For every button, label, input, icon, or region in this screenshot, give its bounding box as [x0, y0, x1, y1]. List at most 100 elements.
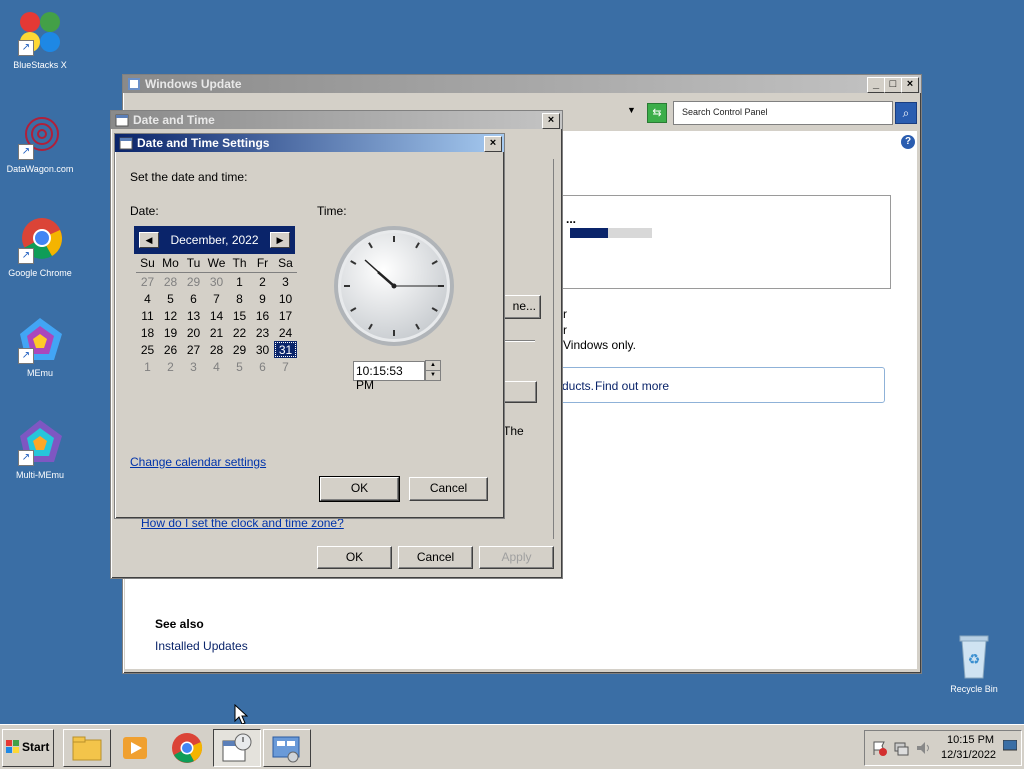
- clock-time[interactable]: 10:15 PM: [947, 734, 994, 746]
- progress-bar: [570, 228, 652, 238]
- weekday-label: Mo: [159, 256, 182, 273]
- calendar-day[interactable]: 9: [251, 290, 274, 307]
- calendar-day[interactable]: 4: [136, 290, 159, 307]
- calendar-day[interactable]: 26: [159, 341, 182, 358]
- calendar-day[interactable]: 28: [159, 273, 182, 291]
- search-placeholder: Search Control Panel: [682, 107, 768, 117]
- prev-month-button[interactable]: ◀: [139, 232, 159, 248]
- taskbar-explorer[interactable]: [63, 729, 111, 767]
- calendar-day-selected[interactable]: 31: [274, 341, 297, 358]
- taskbar-date-time[interactable]: [213, 729, 261, 767]
- date-time-titlebar[interactable]: Date and Time ×: [111, 111, 562, 129]
- calendar-day[interactable]: 13: [182, 307, 205, 324]
- desktop-icon-chrome[interactable]: ↗ Google Chrome: [2, 216, 78, 278]
- calendar-day[interactable]: 5: [228, 358, 251, 375]
- calendar-day[interactable]: 27: [136, 273, 159, 291]
- analog-clock: [332, 224, 456, 348]
- installed-updates-link[interactable]: Installed Updates: [155, 639, 248, 653]
- calendar-day[interactable]: 29: [228, 341, 251, 358]
- settings-cancel-button[interactable]: Cancel: [409, 477, 488, 501]
- clock-date[interactable]: 12/31/2022: [941, 749, 996, 761]
- calendar-day[interactable]: 19: [159, 324, 182, 341]
- action-center-flag-icon[interactable]: [871, 740, 887, 759]
- calendar-day[interactable]: 7: [274, 358, 297, 375]
- maximize-button[interactable]: □: [884, 77, 902, 93]
- taskbar-control-panel[interactable]: [263, 729, 311, 767]
- windows-update-titlebar[interactable]: Windows Update _ □ ×: [123, 75, 921, 93]
- settings-ok-button[interactable]: OK: [319, 476, 400, 502]
- volume-icon[interactable]: [915, 740, 931, 759]
- calendar-day[interactable]: 20: [182, 324, 205, 341]
- desktop-icon-bluestacks[interactable]: ↗ BlueStacks X: [2, 8, 78, 70]
- memu-icon: ↗: [16, 316, 64, 364]
- calendar-day[interactable]: 25: [136, 341, 159, 358]
- start-button[interactable]: Start: [2, 729, 54, 767]
- calendar-day[interactable]: 23: [251, 324, 274, 341]
- calendar-day[interactable]: 3: [274, 273, 297, 291]
- calendar-day[interactable]: 14: [205, 307, 228, 324]
- search-icon[interactable]: ⌕: [895, 102, 917, 124]
- calendar-day[interactable]: 5: [159, 290, 182, 307]
- taskbar-chrome[interactable]: [163, 729, 211, 767]
- next-month-button[interactable]: ▶: [270, 232, 290, 248]
- settings-titlebar[interactable]: Date and Time Settings ×: [115, 134, 504, 152]
- desktop-icon-label: MEmu: [26, 368, 53, 378]
- calendar-day[interactable]: 6: [251, 358, 274, 375]
- calendar-day[interactable]: 24: [274, 324, 297, 341]
- partial-text: The: [503, 424, 524, 438]
- ok-button[interactable]: OK: [317, 546, 392, 569]
- calendar-day[interactable]: 27: [182, 341, 205, 358]
- calendar-day[interactable]: 8: [228, 290, 251, 307]
- calendar-day[interactable]: 1: [228, 273, 251, 291]
- desktop-icon-datawagon[interactable]: ↗ DataWagon.com: [2, 112, 78, 174]
- minimize-button[interactable]: _: [867, 77, 885, 93]
- calendar-day[interactable]: 2: [251, 273, 274, 291]
- calendar-day[interactable]: 2: [159, 358, 182, 375]
- date-label: Date:: [130, 204, 159, 218]
- calendar-day[interactable]: 22: [228, 324, 251, 341]
- calendar-day[interactable]: 17: [274, 307, 297, 324]
- help-icon[interactable]: ?: [901, 135, 915, 149]
- address-dropdown-icon[interactable]: ▼: [627, 105, 636, 115]
- taskbar-media-player[interactable]: [112, 729, 160, 767]
- system-tray: 10:15 PM 12/31/2022: [864, 730, 1022, 766]
- show-desktop-icon[interactable]: [1002, 739, 1018, 755]
- cancel-button[interactable]: Cancel: [398, 546, 473, 569]
- calendar-day[interactable]: 1: [136, 358, 159, 375]
- close-button[interactable]: ×: [901, 77, 919, 93]
- change-calendar-settings-link[interactable]: Change calendar settings: [130, 455, 266, 469]
- calendar-day[interactable]: 7: [205, 290, 228, 307]
- calendar-day[interactable]: 10: [274, 290, 297, 307]
- time-spin-down[interactable]: ▼: [425, 370, 441, 381]
- taskbar: Start 10:15 PM 12/31/2022: [0, 724, 1024, 769]
- calendar-day[interactable]: 11: [136, 307, 159, 324]
- folder-icon: [72, 736, 102, 761]
- time-input[interactable]: 10:15:53 PM: [353, 361, 425, 392]
- calendar-day[interactable]: 15: [228, 307, 251, 324]
- desktop-icon-multi-memu[interactable]: ↗ Multi-MEmu: [2, 418, 78, 480]
- partial-button[interactable]: [503, 381, 537, 403]
- close-button[interactable]: ×: [484, 136, 502, 152]
- calendar-day[interactable]: 12: [159, 307, 182, 324]
- desktop-icon-memu[interactable]: ↗ MEmu: [2, 316, 78, 378]
- calendar-day[interactable]: 30: [251, 341, 274, 358]
- close-button[interactable]: ×: [542, 113, 560, 129]
- calendar-day[interactable]: 28: [205, 341, 228, 358]
- calendar-day[interactable]: 3: [182, 358, 205, 375]
- refresh-icon[interactable]: ⇆: [647, 103, 667, 123]
- desktop-icon-recycle-bin[interactable]: ♻ Recycle Bin: [936, 632, 1012, 694]
- time-label: Time:: [317, 204, 347, 218]
- calendar-day[interactable]: 21: [205, 324, 228, 341]
- network-icon[interactable]: [893, 740, 909, 759]
- calendar-day[interactable]: 30: [205, 273, 228, 291]
- instruction-text: Set the date and time:: [130, 170, 248, 184]
- search-input[interactable]: Search Control Panel: [673, 101, 893, 125]
- calendar-day[interactable]: 4: [205, 358, 228, 375]
- find-out-more-link[interactable]: Find out more: [595, 379, 669, 393]
- calendar-day[interactable]: 29: [182, 273, 205, 291]
- dialog-title: Date and Time Settings: [137, 136, 270, 150]
- svg-text:♻: ♻: [968, 651, 981, 667]
- calendar-day[interactable]: 18: [136, 324, 159, 341]
- calendar-day[interactable]: 16: [251, 307, 274, 324]
- calendar-day[interactable]: 6: [182, 290, 205, 307]
